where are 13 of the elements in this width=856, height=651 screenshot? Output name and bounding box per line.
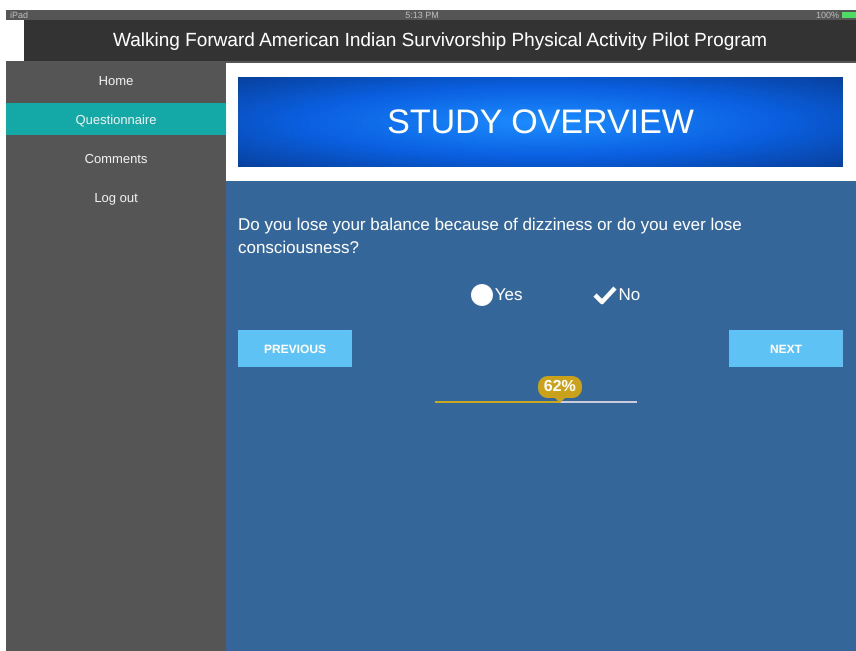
sidebar-item[interactable]: Home <box>6 64 226 96</box>
answer-option[interactable]: Yes <box>470 284 522 306</box>
question-text: Do you lose your balance because of dizziness or do you ever lose consciousness? <box>238 214 743 259</box>
banner-title: STUDY OVERVIEW <box>387 102 694 142</box>
battery-icon <box>842 12 856 18</box>
app-title: Walking Forward American Indian Survivorship Physical Activity Pilot Program <box>113 30 767 52</box>
bubble-pointer <box>554 398 565 403</box>
answer-option[interactable]: No <box>592 284 640 306</box>
sidebar-item[interactable]: Comments <box>6 142 226 174</box>
battery-percent: 100% <box>816 10 839 20</box>
sidebar-item[interactable]: Log out <box>6 181 226 213</box>
clock: 5:13 PM <box>405 10 439 20</box>
device-label: iPad <box>10 10 28 20</box>
